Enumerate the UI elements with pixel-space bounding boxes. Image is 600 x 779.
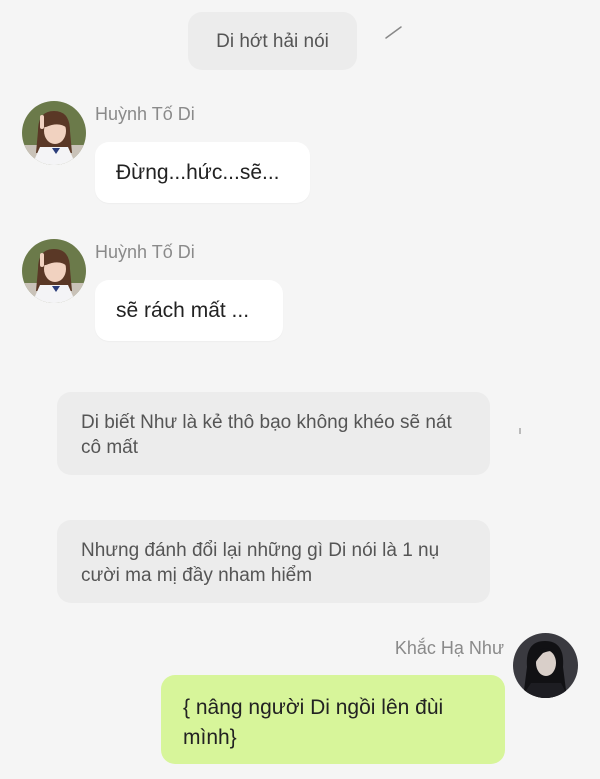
message-text: { nâng người Di ngồi lên đùi mình} xyxy=(183,696,444,749)
avatar-huynh-to-di[interactable] xyxy=(22,239,86,303)
narration-text: Di hớt hải nói xyxy=(216,30,329,52)
avatar-dark-hair-icon xyxy=(513,633,578,698)
avatar-girl-icon xyxy=(22,101,86,165)
sender-name: Huỳnh Tố Di xyxy=(95,242,195,262)
avatar-huynh-to-di[interactable] xyxy=(22,101,86,165)
sender-name: Huỳnh Tố Di xyxy=(95,104,195,124)
narration-text: Di biết Như là kẻ thô bạo không khéo sẽ … xyxy=(81,412,452,458)
narration-bubble: Di biết Như là kẻ thô bạo không khéo sẽ … xyxy=(57,392,490,475)
narration-bubble: Di hớt hải nói xyxy=(188,12,357,70)
message-bubble-outgoing[interactable]: { nâng người Di ngồi lên đùi mình} xyxy=(161,675,505,764)
avatar-khac-ha-nhu[interactable] xyxy=(513,633,578,698)
message-bubble[interactable]: Đừng...hức...sẽ... xyxy=(95,142,310,203)
message-text: sẽ rách mất ... xyxy=(116,298,250,322)
narration-bubble: Nhưng đánh đổi lại những gì Di nói là 1 … xyxy=(57,520,490,603)
sender-name: Khắc Hạ Như xyxy=(394,638,504,658)
message-text: Đừng...hức...sẽ... xyxy=(116,160,280,184)
narration-text: Nhưng đánh đổi lại những gì Di nói là 1 … xyxy=(81,540,440,586)
decorative-stroke-icon xyxy=(385,26,402,39)
avatar-girl-icon xyxy=(22,239,86,303)
decorative-dot xyxy=(519,428,521,434)
message-bubble[interactable]: sẽ rách mất ... xyxy=(95,280,283,341)
